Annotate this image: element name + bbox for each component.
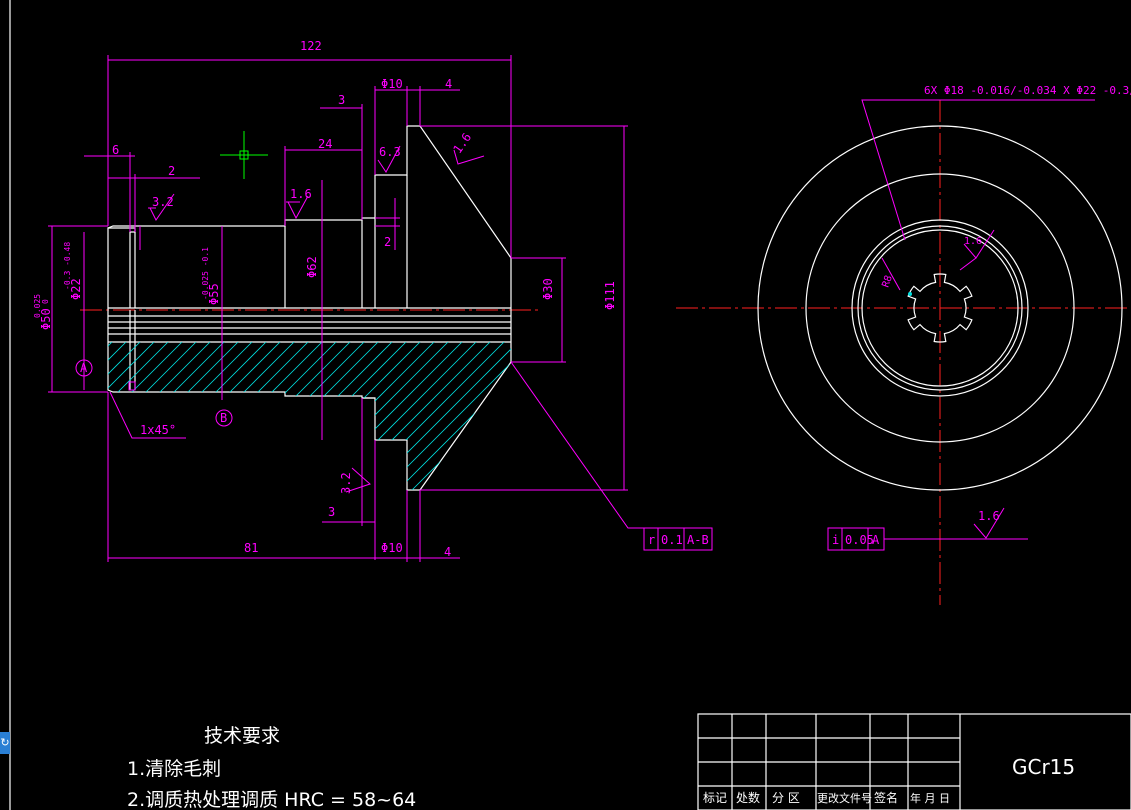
dim-2-right: 2 xyxy=(384,235,391,249)
dim-122-text: 122 xyxy=(300,39,322,53)
dim-phi55-tol: -0.025 -0.1 xyxy=(201,247,210,300)
tb-col-zone: 分 区 xyxy=(772,791,800,805)
dim-phi30: Φ30 xyxy=(541,278,555,300)
roughness-32-bottom: 3.2 xyxy=(339,472,353,494)
perp-datum: A xyxy=(872,533,880,547)
section-view: 122 Φ10 4 3 24 6 2 3.2 1.6 6.3 1.6 2 Φ50… xyxy=(33,39,713,562)
roughness-63: 6.3 xyxy=(379,145,401,159)
dim-phi62: Φ62 xyxy=(305,256,319,278)
perp-symbol: i xyxy=(832,533,839,547)
roughness-16-right-b: 1.6 xyxy=(978,509,1000,523)
dim-6: 6 xyxy=(112,143,119,157)
end-view: 6X Φ18 -0.016/-0.034 X Φ22 -0.3/-0.48 5 … xyxy=(676,84,1131,605)
roughness-16-right-a: 1.6 xyxy=(964,236,982,247)
dim-24: 24 xyxy=(318,137,332,151)
spline-spec: 6X Φ18 -0.016/-0.034 X Φ22 -0.3/-0.48 5 … xyxy=(924,84,1131,97)
dim-2-top: 2 xyxy=(168,164,175,178)
dim-3-bottom: 3 xyxy=(328,505,335,519)
technical-notes: 技术要求 1.清除毛刺 2.调质热处理调质 HRC = 58~64 xyxy=(127,725,416,810)
datum-b-text: B xyxy=(220,411,227,425)
dim-81: 81 xyxy=(244,541,258,555)
roughness-16-cone: 1.6 xyxy=(450,130,474,156)
part-outline xyxy=(107,227,136,310)
dim-4-top: 4 xyxy=(445,77,452,91)
tb-col-sign: 签名 xyxy=(874,790,898,805)
notes-title: 技术要求 xyxy=(204,725,280,747)
tb-col-count: 处数 xyxy=(736,790,760,805)
dim-phi10-bottom: Φ10 xyxy=(381,541,403,555)
roughness-32-top: 3.2 xyxy=(152,195,174,209)
runout-value: 0.1 xyxy=(661,533,683,547)
autocad-app-icon[interactable]: ↻ xyxy=(0,732,10,754)
dim-phi10-top: Φ10 xyxy=(381,77,403,91)
tb-material: GCr15 xyxy=(1012,755,1075,779)
notes-item-2: 2.调质热处理调质 HRC = 58~64 xyxy=(127,789,416,810)
notes-item-1: 1.清除毛刺 xyxy=(127,758,221,780)
runout-symbol: r xyxy=(648,533,655,547)
dim-phi22-tol: -0.3 -0.48 xyxy=(63,242,72,290)
tb-col-date: 年 月 日 xyxy=(910,791,950,805)
cad-cursor xyxy=(220,131,268,179)
roughness-16-mid: 1.6 xyxy=(290,187,312,201)
tb-col-mark: 标记 xyxy=(703,791,727,805)
dim-chamfer: 1x45° xyxy=(140,423,176,437)
title-block: 标记 处数 分 区 更改文件号 签名 年 月 日 GCr15 xyxy=(697,713,1131,810)
dim-4-bottom: 4 xyxy=(444,545,451,559)
datum-a-text: A xyxy=(80,361,88,375)
section-hatch xyxy=(108,342,511,490)
spline-marker xyxy=(908,292,912,296)
perp-value: 0.05 xyxy=(845,533,874,547)
tb-col-change: 更改文件号 xyxy=(817,791,872,805)
dim-phi50-tol-lower: 0 xyxy=(41,299,50,304)
dim-phi111: Φ111 xyxy=(603,281,617,310)
drawing-canvas[interactable]: 122 Φ10 4 3 24 6 2 3.2 1.6 6.3 1.6 2 Φ50… xyxy=(0,0,1131,810)
dim-3-top: 3 xyxy=(338,93,345,107)
dim-phi50-tol-upper: 0.025 xyxy=(33,294,42,318)
runout-datum: A-B xyxy=(687,533,709,547)
